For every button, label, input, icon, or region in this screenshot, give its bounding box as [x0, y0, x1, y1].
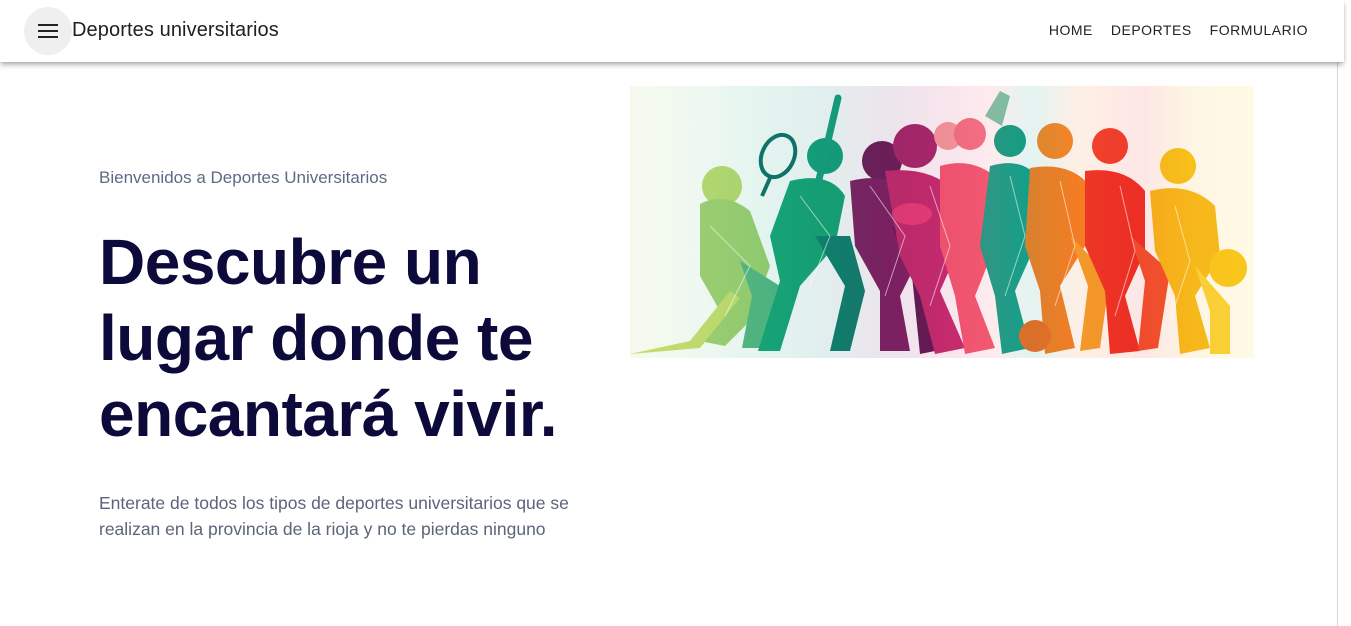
nav-home-link[interactable]: HOME	[1040, 21, 1102, 39]
headline-line-3: encantará vivir.	[99, 378, 558, 450]
headline-line-1: Descubre un	[99, 226, 482, 298]
nav-formulario-link[interactable]: FORMULARIO	[1201, 21, 1317, 39]
main-nav: HOME DEPORTES FORMULARIO	[1040, 21, 1317, 39]
nav-deportes-link[interactable]: DEPORTES	[1102, 21, 1201, 39]
headline-line-2: lugar donde te	[99, 302, 533, 374]
scrollbar-track[interactable]	[1337, 0, 1344, 626]
hero-image	[630, 86, 1254, 358]
hero-eyebrow: Bienvenidos a Deportes Universitarios	[99, 168, 388, 187]
app-title: Deportes universitarios	[72, 19, 279, 41]
hero-lead: Enterate de todos los tipos de deportes …	[99, 493, 569, 539]
hero-section: Bienvenidos a Deportes Universitarios De…	[99, 168, 619, 542]
hero-headline: Descubre un lugar donde te encantará viv…	[99, 224, 619, 452]
app-page: Deportes universitarios HOME DEPORTES FO…	[0, 0, 1344, 626]
top-toolbar: Deportes universitarios HOME DEPORTES FO…	[0, 0, 1344, 62]
menu-icon	[38, 24, 58, 38]
menu-button[interactable]	[24, 7, 72, 55]
